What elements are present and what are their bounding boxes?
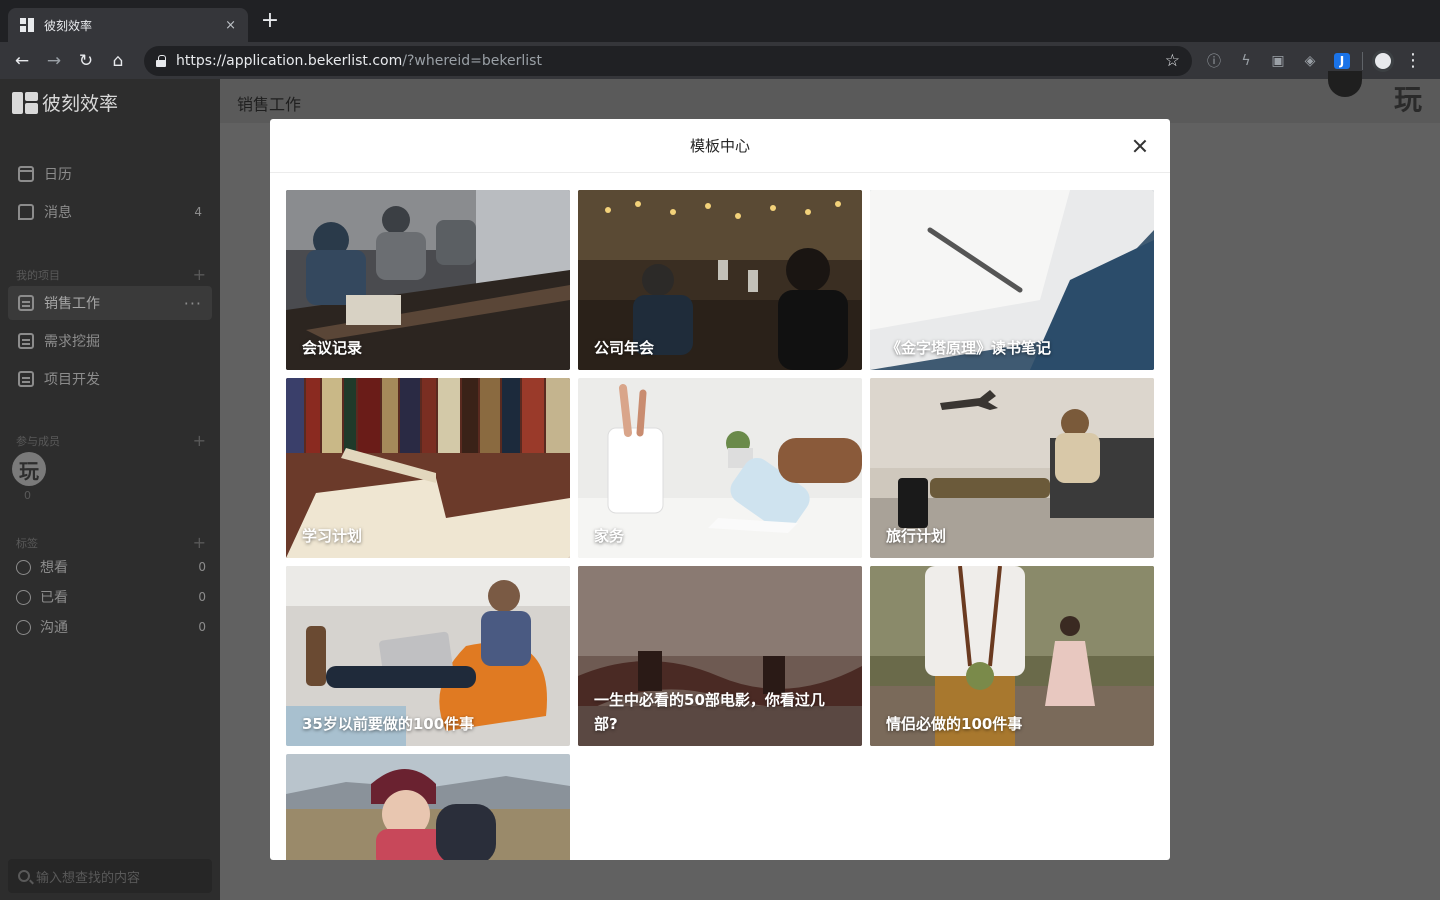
reader-extension-icon[interactable]: ▣ [1262,45,1294,77]
toolbar-divider [1362,51,1363,70]
shield-extension-icon[interactable]: ◈ [1294,45,1326,77]
tag-count: 0 [198,620,206,634]
search-placeholder: 输入想查找的内容 [36,870,141,886]
browser-toolbar: ← → ↻ ⌂ https://application.bekerlist.co… [0,42,1440,79]
template-card-label: 《金字塔原理》读书笔记 [886,339,1052,357]
message-icon [18,204,34,220]
add-member-icon[interactable]: + [193,431,206,450]
tag-count: 0 [198,560,206,574]
reload-icon[interactable]: ↻ [70,45,102,77]
template-card-label: 公司年会 [594,339,655,357]
add-tag-icon[interactable]: + [193,533,206,552]
members-section-header: 参与成员 + [16,431,206,450]
lightning-extension-icon[interactable]: ϟ [1230,45,1262,77]
tag-circle-icon [16,559,31,575]
back-arrow-icon[interactable]: ← [6,45,38,77]
member-avatar[interactable]: 玩 [12,452,46,486]
sidebar-item-sales-work[interactable]: 销售工作 ··· [8,286,212,320]
template-card-annual-party[interactable]: 公司年会 [578,190,862,370]
template-card-couples[interactable]: 情侣必做的100件事 [870,566,1154,746]
sidebar-item-calendar[interactable]: 日历 [8,157,212,191]
sidebar-item-label: 项目开发 [44,372,100,388]
template-card-before-35[interactable]: 35岁以前要做的100件事 [286,566,570,746]
template-card-housework[interactable]: 家务 [578,378,862,558]
message-count-badge: 4 [194,205,202,219]
tag-label: 沟通 [40,620,68,636]
logo-text: 彼刻效率 [42,93,119,115]
browser-tab[interactable]: 彼刻效率 × [8,8,248,42]
url-host: https://application.bekerlist.com [176,52,403,69]
modal-header: 模板中心 [270,119,1170,173]
template-card-50-movies[interactable]: 一生中必看的50部电影，你看过几部? [578,566,862,746]
calendar-icon [18,166,34,182]
forward-arrow-icon[interactable]: → [38,45,70,77]
profile-avatar-icon[interactable] [1367,45,1399,77]
tab-close-icon[interactable]: × [225,18,236,33]
app-favicon-icon [20,18,34,32]
template-card-label: 旅行计划 [886,527,947,545]
template-card-meeting[interactable]: 会议记录 [286,190,570,370]
sidebar-item-label: 销售工作 [44,296,100,312]
member-count: 0 [24,489,31,502]
page-title: 销售工作 [237,95,302,114]
search-icon [18,870,30,882]
url-path: /?whereid=bekerlist [402,52,542,69]
sidebar-item-label: 日历 [44,167,72,183]
tag-count: 0 [198,590,206,604]
search-input[interactable]: 输入想查找的内容 [8,859,212,893]
document-icon [18,371,34,387]
logo-mark-icon [12,91,38,114]
tag-label: 已看 [40,590,68,606]
app-logo[interactable]: 彼刻效率 [12,89,118,116]
tag-item[interactable]: 想看 0 [16,556,206,578]
home-icon[interactable]: ⌂ [102,45,134,77]
tags-section-header: 标签 + [16,533,206,552]
template-card-family[interactable] [286,754,570,860]
browser-tab-strip: 彼刻效率 × + [0,0,1440,42]
template-card-label: 学习计划 [302,527,363,545]
sidebar-item-messages[interactable]: 消息 4 [8,195,212,229]
main-header: 销售工作 玩 [220,71,1440,123]
modal-title: 模板中心 [689,137,750,155]
section-label: 参与成员 [16,434,60,448]
info-extension-icon[interactable]: ⓘ [1198,45,1230,77]
projects-section-header: 我的项目 + [16,265,206,284]
close-icon[interactable] [1130,136,1150,156]
section-label: 标签 [16,536,38,550]
template-card-study-plan[interactable]: 学习计划 [286,378,570,558]
tab-title: 彼刻效率 [44,18,93,33]
tag-circle-icon [16,589,31,605]
tag-item[interactable]: 已看 0 [16,586,206,608]
document-icon [18,295,34,311]
template-card-label: 35岁以前要做的100件事 [302,715,475,733]
template-card-travel-plan[interactable]: 旅行计划 [870,378,1154,558]
template-card-label: 一生中必看的50部电影，你看过几部? [594,691,825,733]
template-center-modal: 模板中心 会议记录 公司年会 《金字塔原理》读书笔记 学习计划 家务 旅行计划 … [270,119,1170,860]
template-card-label: 情侣必做的100件事 [886,715,1023,733]
sidebar-item-label: 消息 [44,205,72,221]
brand-logo: 玩 [1394,83,1423,116]
template-card-label: 会议记录 [302,339,363,357]
sidebar-item-label: 需求挖掘 [44,334,100,350]
new-tab-button[interactable]: + [258,10,282,34]
browser-menu-icon[interactable]: ⋮ [1399,50,1427,71]
sidebar: 彼刻效率 日历 消息 4 我的项目 + 销售工作 ··· 需求挖掘 项目开发 参… [0,79,220,900]
template-card-label: 家务 [594,527,625,545]
sidebar-item-requirements[interactable]: 需求挖掘 [8,324,212,358]
tag-item[interactable]: 沟通 0 [16,616,206,638]
lock-icon[interactable] [156,54,166,67]
j-extension-label: J [1334,52,1350,69]
document-icon [18,333,34,349]
more-options-icon[interactable]: ··· [184,294,202,313]
family-photo [286,754,570,860]
template-card-reading-notes[interactable]: 《金字塔原理》读书笔记 [870,190,1154,370]
add-project-icon[interactable]: + [193,265,206,284]
sidebar-item-dev[interactable]: 项目开发 [8,362,212,396]
user-avatar[interactable] [1328,71,1362,97]
tag-circle-icon [16,619,31,635]
section-label: 我的项目 [16,268,60,282]
bookmark-star-icon[interactable]: ☆ [1165,51,1180,71]
address-bar[interactable]: https://application.bekerlist.com /?wher… [144,45,1192,76]
tag-label: 想看 [40,560,68,576]
